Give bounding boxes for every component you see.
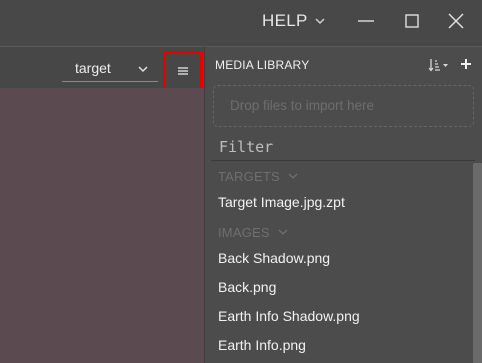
section-header-targets[interactable]: TARGETS [218, 168, 298, 184]
drop-zone-text: Drop files to import here [230, 98, 375, 113]
sort-icon[interactable] [428, 57, 450, 73]
list-item[interactable]: Earth Info.png [218, 337, 306, 353]
scrollbar[interactable] [473, 163, 482, 363]
section-label: TARGETS [218, 168, 280, 184]
plus-icon[interactable] [460, 58, 472, 70]
chevron-down-icon [138, 66, 148, 73]
chevron-down-icon [288, 173, 298, 179]
section-header-images[interactable]: IMAGES [218, 224, 288, 240]
panel-title: MEDIA LIBRARY [215, 58, 310, 72]
file-drop-zone[interactable]: Drop files to import here [213, 85, 474, 127]
list-item[interactable]: Earth Info Shadow.png [218, 308, 360, 324]
target-select[interactable]: target [62, 56, 158, 82]
maximize-icon[interactable] [403, 12, 421, 30]
help-menu-label: HELP [262, 11, 308, 30]
close-icon[interactable] [447, 12, 465, 30]
media-library-panel: MEDIA LIBRARY Drop files to import here … [204, 46, 482, 363]
chevron-down-icon [315, 18, 325, 25]
minimize-icon[interactable] [357, 12, 375, 30]
chevron-down-icon [278, 229, 288, 235]
list-item[interactable]: Back.png [218, 279, 276, 295]
list-item[interactable]: Back Shadow.png [218, 250, 330, 266]
section-label: IMAGES [218, 224, 270, 240]
filter-input[interactable] [211, 133, 475, 161]
hamburger-menu-button[interactable] [163, 51, 203, 91]
target-select-value: target [75, 60, 111, 76]
editor-canvas[interactable] [0, 88, 204, 363]
help-menu[interactable]: HELP [262, 9, 326, 33]
title-bar: HELP [0, 0, 482, 46]
hamburger-menu-icon [178, 67, 188, 75]
list-item[interactable]: Target Image.jpg.zpt [218, 194, 345, 210]
